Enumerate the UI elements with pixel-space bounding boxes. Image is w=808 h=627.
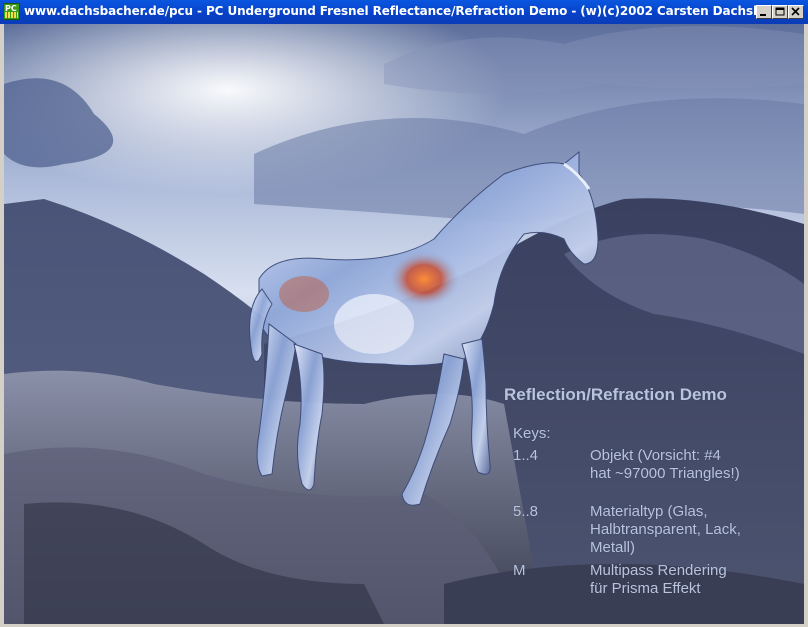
- desc-line: Multipass Rendering: [590, 562, 727, 579]
- close-icon: [791, 7, 800, 16]
- minimize-icon: [760, 14, 766, 16]
- app-window: PC www.dachsbacher.de/pcu - PC Undergrou…: [0, 0, 808, 627]
- keys-label: Keys:: [513, 425, 551, 442]
- maximize-button[interactable]: [772, 5, 788, 19]
- key-1-4-desc: Objekt (Vorsicht: #4 hat ~97000 Triangle…: [590, 447, 740, 483]
- desc-line: Materialtyp (Glas,: [590, 503, 708, 520]
- key-m-desc: Multipass Rendering für Prisma Effekt: [590, 562, 727, 598]
- desc-line: hat ~97000 Triangles!): [590, 465, 740, 482]
- desc-line: Objekt (Vorsicht: #4: [590, 447, 721, 464]
- title-bar[interactable]: PC www.dachsbacher.de/pcu - PC Undergrou…: [0, 0, 808, 24]
- demo-title: Reflection/Refraction Demo: [504, 385, 727, 404]
- key-m: M: [513, 562, 526, 579]
- desc-line: für Prisma Effekt: [590, 580, 701, 597]
- desc-line: Metall): [590, 539, 636, 556]
- desc-line: Halbtransparent, Lack,: [590, 521, 741, 538]
- window-title: www.dachsbacher.de/pcu - PC Underground …: [24, 4, 799, 18]
- key-5-8-desc: Materialtyp (Glas, Halbtransparent, Lack…: [590, 503, 741, 557]
- window-border-right: [804, 24, 808, 627]
- minimize-button[interactable]: [756, 5, 772, 19]
- app-icon-graphic: [5, 12, 18, 18]
- close-button[interactable]: [788, 5, 804, 19]
- key-1-4: 1..4: [513, 447, 539, 464]
- app-icon[interactable]: PC: [3, 3, 20, 20]
- key-5-8: 5..8: [513, 503, 539, 520]
- maximize-icon: [775, 7, 785, 16]
